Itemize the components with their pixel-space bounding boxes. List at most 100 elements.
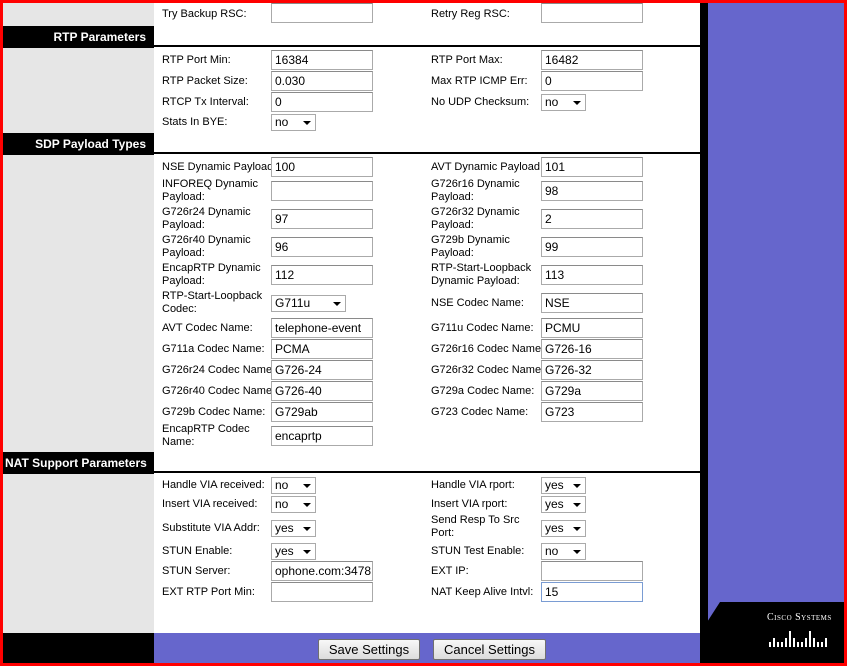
stats-in-bye-select[interactable]: no [271,114,316,131]
encaprtp-dynamic-payload-label: EncapRTP Dynamic Payload: [162,262,261,288]
try-backup-rsc-label: Try Backup RSC: [162,8,247,20]
g726r24-dynamic-payload-label: G726r24 Dynamic Payload: [162,206,251,232]
g729b-codec-name-input[interactable]: G729ab [271,402,373,422]
rtp-start-loopback-codec-label: RTP-Start-Loopback Codec: [162,290,262,316]
encaprtp-codec-label-line1: EncapRTP Codec [162,423,250,435]
g726r24-dynamic-payload-input[interactable]: 97 [271,209,373,229]
g711u-codec-name-input[interactable]: PCMU [541,318,643,338]
avt-codec-name-input[interactable]: telephone-event [271,318,373,338]
avt-codec-name-label: AVT Codec Name: [162,322,253,334]
send-resp-value: yes [545,521,564,535]
g726r32-codec-name-input[interactable]: G726-32 [541,360,643,380]
insert-via-received-select[interactable]: no [271,496,316,513]
g729b-codec-name-label: G729b Codec Name: [162,406,266,418]
inforeq-label-line2: Payload: [162,191,205,203]
nse-dynamic-payload-label: NSE Dynamic Payload: [162,161,277,173]
send-resp-to-src-port-select[interactable]: yes [541,520,586,537]
chevron-down-icon [573,503,581,507]
g729b-dynamic-payload-label: G729b Dynamic Payload: [431,234,510,260]
g726r32-dynamic-payload-label: G726r32 Dynamic Payload: [431,206,520,232]
ext-ip-input[interactable] [541,561,643,581]
stun-enable-select[interactable]: yes [271,543,316,560]
g729b-dynamic-payload-input[interactable]: 99 [541,237,643,257]
g726r40-codec-name-input[interactable]: G726-40 [271,381,373,401]
substitute-via-addr-select[interactable]: yes [271,520,316,537]
stun-server-label: STUN Server: [162,565,231,577]
nat-keep-alive-intvl-label: NAT Keep Alive Intvl: [431,586,534,598]
g726r40-label-line2: Payload: [162,247,205,259]
stun-enable-label: STUN Enable: [162,545,233,557]
stun-test-enable-select[interactable]: no [541,543,586,560]
rtp-packet-size-label: RTP Packet Size: [162,75,248,87]
encaprtp-dynamic-payload-input[interactable]: 112 [271,265,373,285]
send-resp-to-src-port-label: Send Resp To Src Port: [431,514,519,540]
g726r24-label-line1: G726r24 Dynamic [162,206,251,218]
rtp-port-max-input[interactable]: 16482 [541,50,643,70]
encaprtp-codec-label-line2: Name: [162,436,195,448]
inforeq-dynamic-payload-label: INFOREQ Dynamic Payload: [162,178,258,204]
handle-via-rport-value: yes [545,478,564,492]
g726r16-label-line1: G726r16 Dynamic [431,178,520,190]
cancel-settings-button[interactable]: Cancel Settings [433,639,546,660]
rtp-port-min-input[interactable]: 16384 [271,50,373,70]
g711a-codec-name-label: G711a Codec Name: [162,343,265,355]
retry-reg-rsc-input[interactable] [541,3,643,23]
encaprtp-codec-name-label: EncapRTP Codec Name: [162,423,250,449]
g726r24-label-line2: Payload: [162,219,205,231]
g726r40-dynamic-payload-label: G726r40 Dynamic Payload: [162,234,251,260]
loopback-codec-label-line1: RTP-Start-Loopback [162,290,263,302]
handle-via-received-select[interactable]: no [271,477,316,494]
send-resp-label-line1: Send Resp To Src [431,514,520,526]
g711u-codec-name-label: G711u Codec Name: [431,322,534,334]
rtcp-tx-interval-input[interactable]: 0 [271,92,373,112]
nat-keep-alive-intvl-input[interactable]: 15 [541,582,643,602]
g726r32-codec-name-label: G726r32 Codec Name: [431,364,545,376]
rtp-loopback-label-line2: Dynamic Payload: [431,275,520,287]
encaprtp-codec-name-input[interactable]: encaprtp [271,426,373,446]
chevron-down-icon [303,121,311,125]
g726r32-label-line2: Payload: [431,219,474,231]
g726r40-label-line1: G726r40 Dynamic [162,234,251,246]
try-backup-rsc-input[interactable] [271,3,373,23]
nse-codec-name-input[interactable]: NSE [541,293,643,313]
avt-dynamic-payload-input[interactable]: 101 [541,157,643,177]
g726r24-codec-name-input[interactable]: G726-24 [271,360,373,380]
inforeq-dynamic-payload-input[interactable] [271,181,373,201]
rtp-start-loopback-dynamic-payload-input[interactable]: 113 [541,265,643,285]
encaprtp-label-line1: EncapRTP Dynamic [162,262,261,274]
save-settings-button[interactable]: Save Settings [318,639,420,660]
rtp-port-min-label: RTP Port Min: [162,54,231,66]
rtp-port-max-label: RTP Port Max: [431,54,503,66]
no-udp-checksum-label: No UDP Checksum: [431,96,530,108]
rtp-packet-size-input[interactable]: 0.030 [271,71,373,91]
handle-via-received-value: no [275,478,289,492]
bottom-bar [154,633,700,663]
rtp-start-loopback-codec-select[interactable]: G711u [271,295,346,312]
no-udp-checksum-value: no [545,95,559,109]
g726r16-dynamic-payload-label: G726r16 Dynamic Payload: [431,178,520,204]
chevron-down-icon [573,550,581,554]
g726r16-dynamic-payload-input[interactable]: 98 [541,181,643,201]
handle-via-rport-select[interactable]: yes [541,477,586,494]
no-udp-checksum-select[interactable]: no [541,94,586,111]
g726r16-codec-name-input[interactable]: G726-16 [541,339,643,359]
cisco-logo-bars-icon [769,631,827,647]
chevron-down-icon [333,302,341,306]
g723-codec-name-input[interactable]: G723 [541,402,643,422]
max-rtp-icmp-err-input[interactable]: 0 [541,71,643,91]
loopback-codec-label-line2: Codec: [162,303,197,315]
g729b-label-line1: G729b Dynamic [431,234,510,246]
inforeq-label-line1: INFOREQ Dynamic [162,178,258,190]
stun-server-input[interactable]: ophone.com:3478 [271,561,373,581]
insert-via-rport-select[interactable]: yes [541,496,586,513]
rtcp-tx-interval-label: RTCP Tx Interval: [162,96,249,108]
nse-dynamic-payload-input[interactable]: 100 [271,157,373,177]
stun-test-enable-value: no [545,544,559,558]
g729a-codec-name-input[interactable]: G729a [541,381,643,401]
g711a-codec-name-input[interactable]: PCMA [271,339,373,359]
stats-in-bye-value: no [275,115,289,129]
g726r40-dynamic-payload-input[interactable]: 96 [271,237,373,257]
ext-rtp-port-min-input[interactable] [271,582,373,602]
chevron-down-icon [573,527,581,531]
g726r32-dynamic-payload-input[interactable]: 2 [541,209,643,229]
